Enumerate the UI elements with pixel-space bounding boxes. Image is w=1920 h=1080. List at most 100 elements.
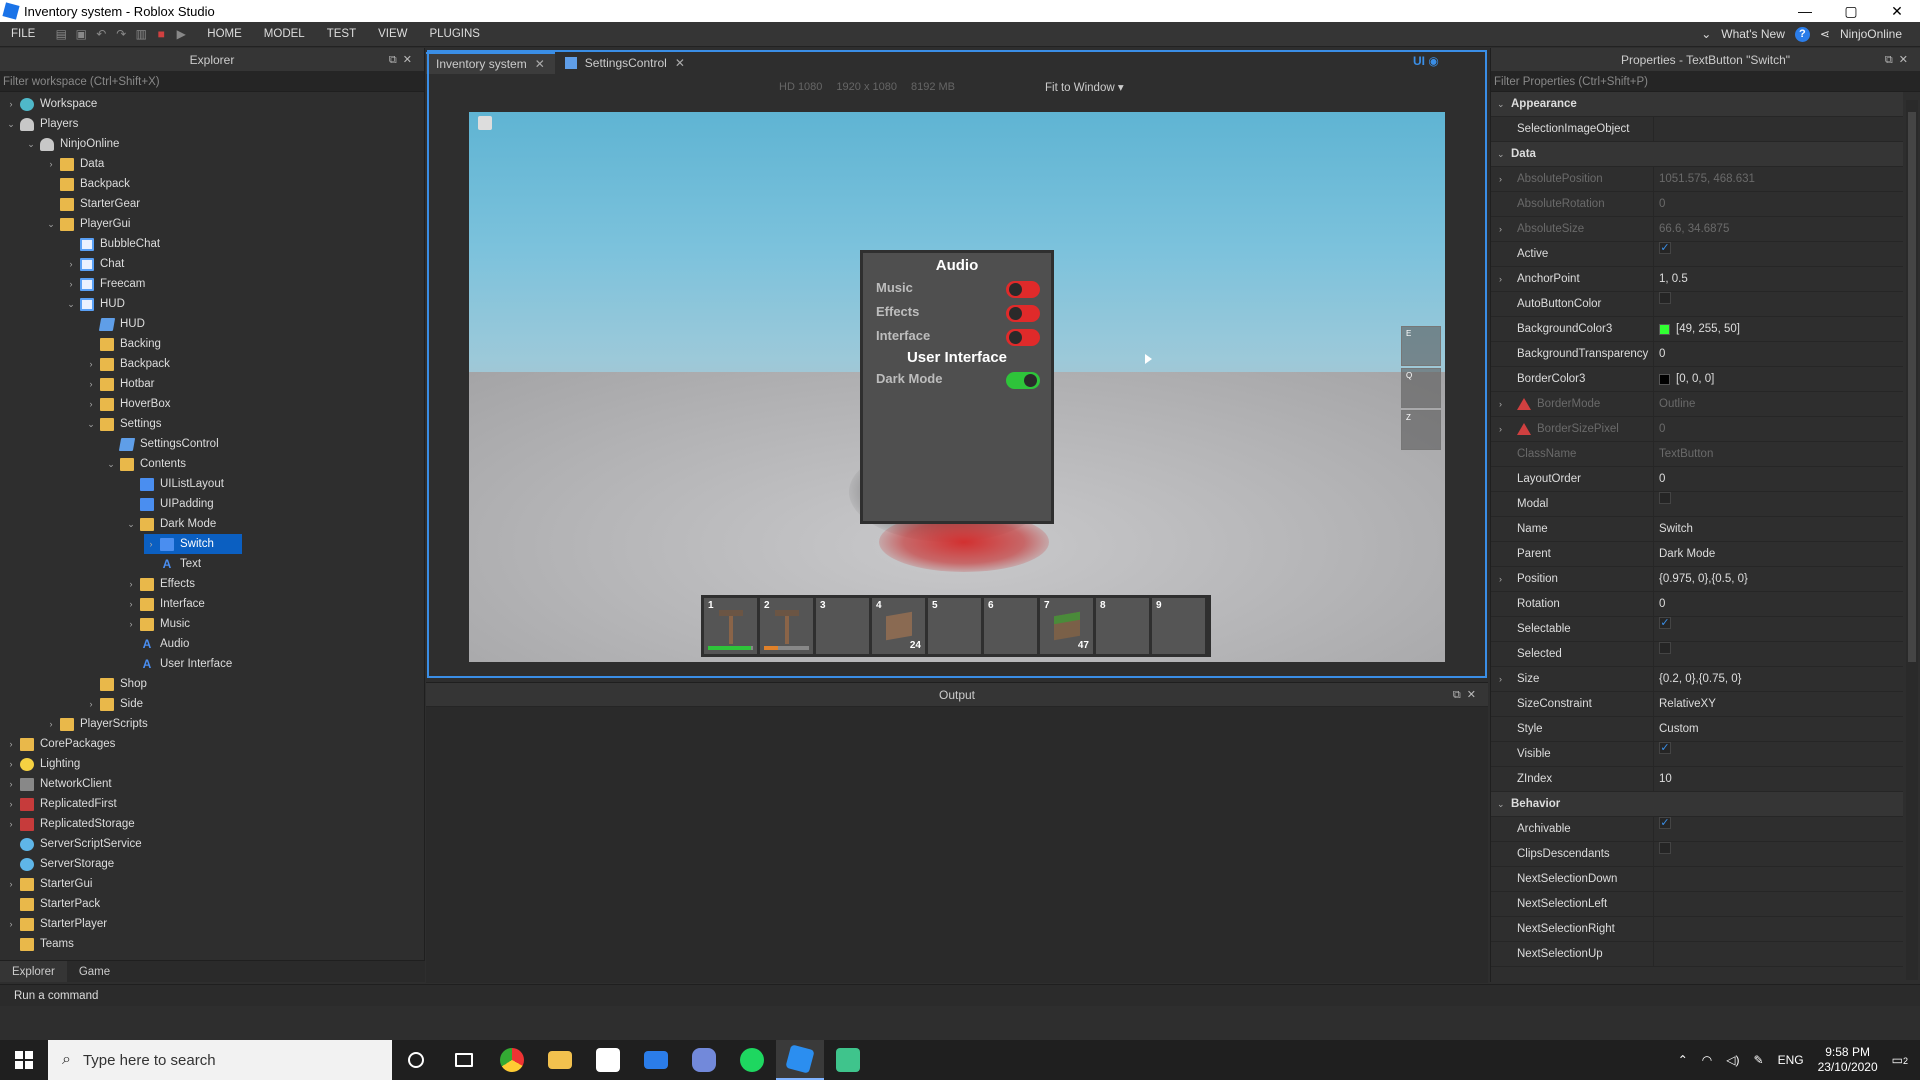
side-slot-z[interactable]: Z [1401,410,1441,450]
property-value[interactable]: 10 [1659,767,1672,792]
tree-item[interactable]: Backpack [0,174,130,194]
property-value[interactable] [1659,842,1671,854]
tree-item[interactable]: ⌄ Settings [0,414,162,434]
property-row[interactable]: LayoutOrder 0 [1491,467,1903,492]
property-value[interactable]: {0.975, 0},{0.5, 0} [1659,567,1748,592]
expand-arrow-icon[interactable]: › [1499,167,1502,192]
tree-item[interactable]: Backing [0,334,161,354]
tab-game[interactable]: Game [67,961,122,982]
property-row[interactable]: › AbsoluteSize 66.6, 34.6875 [1491,217,1903,242]
expand-arrow-icon[interactable]: › [4,874,18,894]
close-icon[interactable]: ✕ [403,54,418,66]
expand-arrow-icon[interactable]: › [64,254,78,274]
tree-item[interactable]: › Switch [144,534,242,554]
property-value[interactable]: 0 [1659,342,1665,367]
property-row[interactable]: AutoButtonColor [1491,292,1903,317]
tree-item[interactable]: › Side [0,694,143,714]
tree-item[interactable]: ⌄ Dark Mode [0,514,216,534]
property-value[interactable] [1659,642,1671,654]
expand-arrow-icon[interactable]: › [84,374,98,394]
tree-item[interactable]: Teams [0,934,74,954]
property-row[interactable]: Style Custom [1491,717,1903,742]
color-swatch[interactable] [1659,324,1670,335]
wifi-icon[interactable]: ◠ [1702,1053,1712,1067]
expand-arrow-icon[interactable]: › [4,914,18,934]
menu-model[interactable]: MODEL [253,28,316,40]
checkbox[interactable]: ✓ [1659,817,1671,829]
property-row[interactable]: BackgroundColor3 [49, 255, 50] [1491,317,1903,342]
property-value[interactable]: 1051.575, 468.631 [1659,167,1755,192]
checkbox[interactable]: ✓ [1659,617,1671,629]
property-row[interactable]: Active ✓ [1491,242,1903,267]
expand-arrow-icon[interactable]: ⌄ [124,514,138,534]
property-value[interactable]: 0 [1659,592,1665,617]
tree-item[interactable]: HUD [0,314,145,334]
tree-item[interactable]: › CorePackages [0,734,115,754]
effects-switch[interactable] [1006,305,1040,322]
tree-item[interactable]: › Effects [0,574,195,594]
hotbar-slot[interactable]: 2 [760,598,813,654]
tree-item[interactable]: › Backpack [0,354,170,374]
command-bar[interactable]: Run a command [0,984,1920,1006]
undock-icon[interactable]: ⧉ [1885,54,1899,66]
checkbox[interactable] [1659,492,1671,504]
side-slot-q[interactable]: Q [1401,368,1441,408]
tree-item[interactable]: SettingsControl [0,434,219,454]
side-slot-e[interactable]: E [1401,326,1441,366]
expand-arrow-icon[interactable]: › [84,354,98,374]
tab-explorer[interactable]: Explorer [0,961,67,982]
property-value[interactable]: ✓ [1659,242,1671,254]
expand-arrow-icon[interactable]: › [124,594,138,614]
expand-arrow-icon[interactable]: › [4,814,18,834]
property-row[interactable]: SelectionImageObject [1491,117,1903,142]
tree-item[interactable]: Shop [0,674,147,694]
property-row[interactable]: Selectable ✓ [1491,617,1903,642]
property-value[interactable]: 0 [1659,467,1665,492]
stop-icon[interactable]: ■ [154,27,168,41]
volume-icon[interactable]: ◁) [1726,1053,1739,1067]
properties-filter-input[interactable]: Filter Properties (Ctrl+Shift+P) [1491,72,1920,92]
minimize-button[interactable]: — [1782,0,1828,22]
expand-arrow-icon[interactable]: › [4,94,18,114]
property-value[interactable]: Custom [1659,717,1699,742]
discord-icon[interactable] [680,1040,728,1080]
expand-arrow-icon[interactable]: › [1499,667,1502,692]
roblox-studio-taskbar-icon[interactable] [776,1040,824,1080]
expand-arrow-icon[interactable]: ⌄ [1497,142,1505,167]
property-row[interactable]: ZIndex 10 [1491,767,1903,792]
property-value[interactable]: [49, 255, 50] [1659,317,1740,342]
mail-icon[interactable] [632,1040,680,1080]
tree-item[interactable]: StarterPack [0,894,100,914]
property-value[interactable] [1659,292,1671,304]
close-icon[interactable]: ✕ [1467,689,1482,701]
property-category[interactable]: ⌄ Data [1491,142,1903,167]
tree-item[interactable]: UIPadding [0,494,214,514]
new-file-icon[interactable]: ▤ [54,27,68,41]
color-swatch[interactable] [1659,374,1670,385]
tree-item[interactable]: › ReplicatedStorage [0,814,135,834]
hotbar-slot[interactable]: 9 [1152,598,1205,654]
menu-view[interactable]: VIEW [367,28,418,40]
property-row[interactable]: AbsoluteRotation 0 [1491,192,1903,217]
whats-new-link[interactable]: What's New [1721,27,1785,41]
hotbar-slot[interactable]: 1 [704,598,757,654]
hotbar-slot[interactable]: 3 [816,598,869,654]
property-row[interactable]: Visible ✓ [1491,742,1903,767]
property-value[interactable] [1659,492,1671,504]
save-icon[interactable]: ▣ [74,27,88,41]
property-value[interactable]: ✓ [1659,617,1671,629]
tree-item[interactable]: ⌄ HUD [0,294,125,314]
checkbox[interactable] [1659,642,1671,654]
property-value[interactable]: [0, 0, 0] [1659,367,1714,392]
tree-item[interactable]: › Interface [0,594,205,614]
property-row[interactable]: SizeConstraint RelativeXY [1491,692,1903,717]
property-row[interactable]: › AbsolutePosition 1051.575, 468.631 [1491,167,1903,192]
tree-item[interactable]: StarterGear [0,194,140,214]
property-row[interactable]: NextSelectionRight [1491,917,1903,942]
tree-item[interactable]: › ReplicatedFirst [0,794,117,814]
property-value[interactable]: RelativeXY [1659,692,1716,717]
tree-item[interactable]: › Workspace [0,94,97,114]
expand-arrow-icon[interactable]: ⌄ [64,294,78,314]
property-row[interactable]: BorderColor3 [0, 0, 0] [1491,367,1903,392]
tree-item[interactable]: › Data [0,154,104,174]
